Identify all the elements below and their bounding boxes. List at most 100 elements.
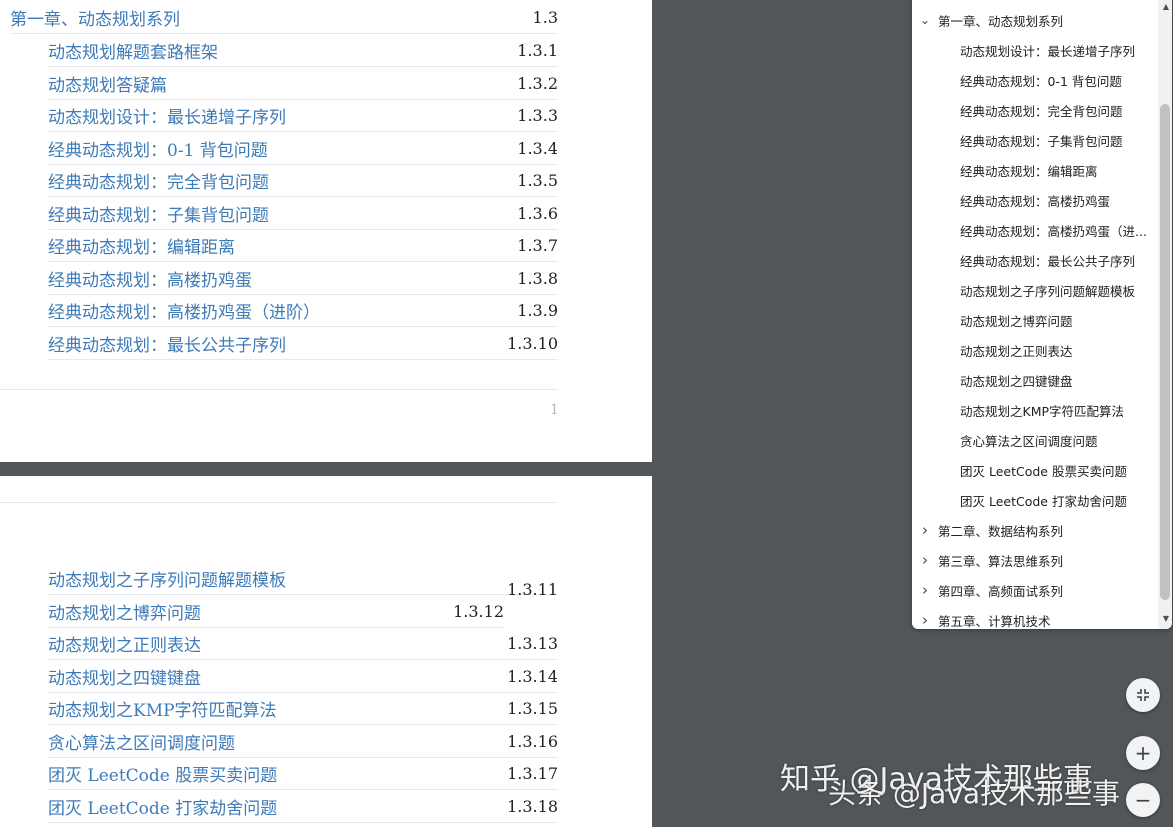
toc-entry-title[interactable]: 动态规划之子序列问题解题模板 <box>48 566 286 591</box>
outline-item[interactable]: 经典动态规划：0-1 背包问题 <box>960 65 1155 95</box>
outline-scrollbar-thumb[interactable] <box>1160 104 1170 600</box>
scroll-down-arrow-icon[interactable]: ▼ <box>1163 614 1169 623</box>
toc-entry-title[interactable]: 动态规划之KMP字符匹配算法 <box>48 696 277 721</box>
toc-entry-number: 1.3.10 <box>507 333 558 353</box>
toc-entry-number: 1.3.4 <box>517 138 558 158</box>
outline-item[interactable]: 经典动态规划：完全背包问题 <box>960 95 1155 125</box>
pdf-page-1: 第一章、动态规划系列 1.3 动态规划解题套路框架 1.3.1 动态规划答疑篇 1.3… <box>0 0 652 462</box>
toc-entry-row[interactable]: 动态规划之四键键盘 1.3.14 <box>48 661 558 693</box>
outline-item[interactable]: 动态规划之正则表达 <box>960 335 1155 365</box>
toc-entry-title[interactable]: 经典动态规划：完全背包问题 <box>48 168 269 193</box>
toc-entry-row[interactable]: 动态规划解题套路框架 1.3.1 <box>48 35 558 67</box>
toc-entry-number: 1.3.14 <box>507 667 558 686</box>
outline-chapter-label: 第四章、高频面试系列 <box>938 583 1064 599</box>
outline-chapter-label: 第三章、算法思维系列 <box>938 553 1064 569</box>
zoom-out-icon: − <box>1134 788 1152 812</box>
toc-entry-row[interactable]: 动态规划设计：最长递增子序列 1.3.3 <box>48 100 558 132</box>
zoom-in-icon: + <box>1134 741 1152 765</box>
toc-entry-title[interactable]: 经典动态规划：编辑距离 <box>48 233 235 258</box>
fit-to-page-button[interactable] <box>1126 678 1160 712</box>
watermark-toutiao: 头条 @Java技术那些事 <box>828 777 1121 810</box>
toc-entry-title[interactable]: 经典动态规划：0-1 背包问题 <box>48 136 268 161</box>
toc-entry-title[interactable]: 经典动态规划：高楼扔鸡蛋（进阶） <box>48 298 320 323</box>
toc-entry-title[interactable]: 经典动态规划：子集背包问题 <box>48 201 269 226</box>
outline-chapter-expanded[interactable]: ⌄ 第一章、动态规划系列 <box>918 5 1063 35</box>
toc-entry-row[interactable]: 动态规划之博弈问题 1.3.12 <box>48 596 504 628</box>
toc-entry-row[interactable]: 经典动态规划：子集背包问题 1.3.6 <box>48 198 558 230</box>
outline-chapter-collapsed[interactable]: › 第五章、计算机技术 <box>918 605 1051 629</box>
toc-chapter-number: 1.3 <box>532 8 558 27</box>
outline-item[interactable]: 团灭 LeetCode 股票买卖问题 <box>960 455 1155 485</box>
toc-entry-number: 1.3.15 <box>507 699 558 718</box>
toc-entry-row[interactable]: 动态规划之KMP字符匹配算法 1.3.15 <box>48 693 558 725</box>
toc-entry-title[interactable]: 贪心算法之区间调度问题 <box>48 729 235 754</box>
toc-entry-title[interactable]: 动态规划之博弈问题 <box>48 599 201 624</box>
toc-entry-number: 1.3.3 <box>517 106 558 125</box>
outline-item[interactable]: 动态规划之子序列问题解题模板 <box>960 275 1155 305</box>
chevron-right-icon[interactable]: › <box>918 611 932 629</box>
toc-entry-row[interactable]: 动态规划之子序列问题解题模板 1.3.11 <box>48 563 558 599</box>
toc-entry-title[interactable]: 动态规划之四键键盘 <box>48 664 201 689</box>
toc-chapter-row[interactable]: 第一章、动态规划系列 1.3 <box>10 2 558 34</box>
toc-entry-row[interactable]: 经典动态规划：完全背包问题 1.3.5 <box>48 165 558 197</box>
page-header-divider <box>0 502 558 503</box>
outline-chapter-collapsed[interactable]: › 第四章、高频面试系列 <box>918 575 1063 605</box>
toc-entry-row[interactable]: 团灭 LeetCode 打家劫舍问题 1.3.18 <box>48 791 558 823</box>
outline-item[interactable]: 经典动态规划：高楼扔鸡蛋（进... <box>960 215 1155 245</box>
toc-entry-title[interactable]: 动态规划解题套路框架 <box>48 38 218 63</box>
toc-entry-row[interactable]: 经典动态规划：最长公共子序列 1.3.10 <box>48 328 558 360</box>
outline-item[interactable]: 团灭 LeetCode 打家劫舍问题 <box>960 485 1155 515</box>
toc-entry-number: 1.3.7 <box>517 236 558 255</box>
toc-entry-title[interactable]: 经典动态规划：最长公共子序列 <box>48 331 286 356</box>
toc-entry-row[interactable]: 动态规划之正则表达 1.3.13 <box>48 628 558 660</box>
toc-entry-row[interactable]: 经典动态规划：高楼扔鸡蛋（进阶） 1.3.9 <box>48 295 558 327</box>
toc-entry-title[interactable]: 团灭 LeetCode 打家劫舍问题 <box>48 794 277 819</box>
toc-entry-row[interactable]: 动态规划答疑篇 1.3.2 <box>48 68 558 100</box>
outline-item[interactable]: 经典动态规划：最长公共子序列 <box>960 245 1155 275</box>
toc-entry-number: 1.3.18 <box>507 797 558 816</box>
outline-chapter-label: 第一章、动态规划系列 <box>938 13 1064 29</box>
outline-item[interactable]: 动态规划设计：最长递增子序列 <box>960 35 1155 65</box>
outline-item[interactable]: 贪心算法之区间调度问题 <box>960 425 1155 455</box>
toc-entry-title[interactable]: 动态规划之正则表达 <box>48 631 201 656</box>
toc-entry-title[interactable]: 经典动态规划：高楼扔鸡蛋 <box>48 266 252 291</box>
outline-item[interactable]: 动态规划之博弈问题 <box>960 305 1155 335</box>
page-number: 1 <box>550 402 559 418</box>
toc-chapter-title[interactable]: 第一章、动态规划系列 <box>10 5 180 30</box>
document-outline-panel[interactable]: ⌄ 第一章、动态规划系列 动态规划设计：最长递增子序列 经典动态规划：0-1 背包… <box>912 0 1172 629</box>
toc-entry-title[interactable]: 团灭 LeetCode 股票买卖问题 <box>48 761 277 786</box>
outline-item[interactable]: 动态规划之四键键盘 <box>960 365 1155 395</box>
outline-item[interactable]: 经典动态规划：编辑距离 <box>960 155 1155 185</box>
toc-entry-number: 1.3.13 <box>507 634 558 653</box>
outline-item[interactable]: 动态规划之KMP字符匹配算法 <box>960 395 1155 425</box>
toc-entry-number: 1.3.9 <box>517 301 558 320</box>
toc-entry-number: 1.3.6 <box>517 203 558 223</box>
outline-chapter-collapsed[interactable]: › 第三章、算法思维系列 <box>918 545 1063 575</box>
toc-entry-row[interactable]: 经典动态规划：高楼扔鸡蛋 1.3.8 <box>48 263 558 295</box>
toc-entry-number: 1.3.12 <box>453 602 504 621</box>
chevron-right-icon[interactable]: › <box>918 551 932 569</box>
toc-entry-number: 1.3.11 <box>507 580 558 599</box>
outline-item[interactable]: 经典动态规划：高楼扔鸡蛋 <box>960 185 1155 215</box>
chevron-right-icon[interactable]: › <box>918 521 932 539</box>
scroll-up-arrow-icon[interactable]: ▲ <box>1163 2 1169 11</box>
zoom-in-button[interactable]: + <box>1126 736 1160 770</box>
chevron-down-icon[interactable]: ⌄ <box>918 13 932 27</box>
zoom-out-button[interactable]: − <box>1126 783 1160 817</box>
chevron-right-icon[interactable]: › <box>918 581 932 599</box>
pdf-page-2: 动态规划之子序列问题解题模板 1.3.11 动态规划之博弈问题 1.3.12 动态规划之… <box>0 476 652 827</box>
toc-entry-number: 1.3.8 <box>517 268 558 288</box>
toc-entry-row[interactable]: 经典动态规划：编辑距离 1.3.7 <box>48 230 558 262</box>
toc-entry-row[interactable]: 贪心算法之区间调度问题 1.3.16 <box>48 726 558 758</box>
outline-chapter-collapsed[interactable]: › 第二章、数据结构系列 <box>918 515 1063 545</box>
outline-item[interactable]: 经典动态规划：子集背包问题 <box>960 125 1155 155</box>
toc-entry-row[interactable]: 团灭 LeetCode 股票买卖问题 1.3.17 <box>48 758 558 790</box>
toc-entry-title[interactable]: 动态规划答疑篇 <box>48 71 167 96</box>
toc-entry-row[interactable]: 经典动态规划：0-1 背包问题 1.3.4 <box>48 133 558 165</box>
toc-entry-title[interactable]: 动态规划设计：最长递增子序列 <box>48 103 286 128</box>
toc-entry-number: 1.3.1 <box>517 41 558 60</box>
toc-entry-number: 1.3.5 <box>517 171 558 190</box>
toc-entry-number: 1.3.2 <box>517 73 558 93</box>
toc-entry-number: 1.3.16 <box>507 732 558 751</box>
outline-chapter-label: 第五章、计算机技术 <box>938 613 1051 629</box>
